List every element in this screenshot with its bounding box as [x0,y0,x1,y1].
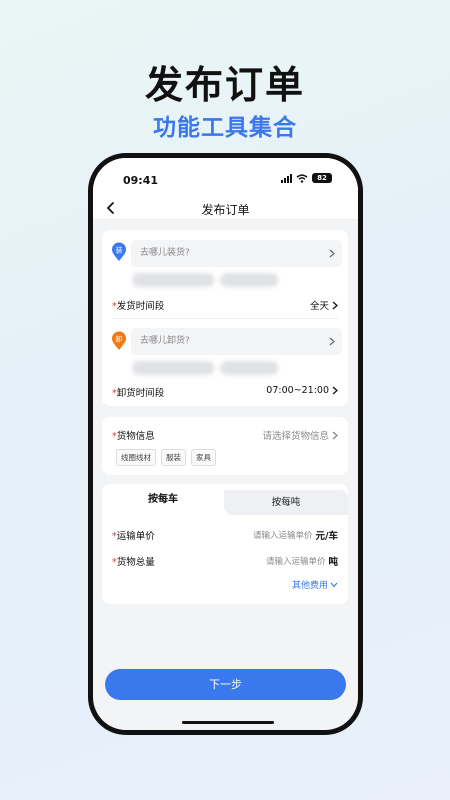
total-quantity-row: *货物总量 请输入运输单价 吨 [102,554,348,570]
page-title: 发布订单 [201,203,250,217]
signal-icon [281,173,292,183]
cargo-card: *货物信息 请选择货物信息 线圈线材 服装 家具 [102,417,348,475]
unloading-location-placeholder: 去哪儿卸货? [140,336,190,346]
cargo-tag[interactable]: 线圈线材 [116,449,156,466]
chevron-right-icon [332,301,338,309]
loading-badge-text: 装 [116,246,123,255]
pricing-card: 按每吨 按每车 *运输单价 请输入运输单价 元/车 *货物总量 请输入运输单价 … [102,484,348,604]
unloading-time-value: 07:00~21:00 [266,385,329,396]
unit-price-input[interactable]: 请输入运输单价 元/车 [253,528,338,542]
unit-price-row: *运输单价 请输入运输单价 元/车 [102,528,348,544]
chevron-right-icon [332,386,338,395]
loading-contact-blurred [220,273,278,287]
chevron-right-icon [332,431,338,439]
unit-price-placeholder: 请输入运输单价 [253,531,313,541]
chevron-right-icon [329,249,335,258]
route-card: 装 去哪儿装货? *发货时间段 全天 卸 去哪儿卸货? *卸货时间段 07:00… [102,230,348,406]
cargo-tag[interactable]: 家具 [191,449,216,466]
unloading-time-selector[interactable]: 07:00~21:00 [266,385,338,396]
total-quantity-unit: 吨 [328,557,338,568]
status-icons: 82 [281,173,332,183]
cargo-info-selector[interactable]: 请选择货物信息 [262,428,338,442]
battery-icon: 82 [312,173,332,183]
status-bar: 09:41 82 [93,158,358,198]
promo-subtitle: 功能工具集合 [153,115,297,141]
home-indicator [182,721,274,724]
tab-per-ton[interactable]: 按每吨 [224,490,348,515]
loading-pin-icon: 装 [112,242,126,261]
chevron-right-icon [329,337,335,346]
unloading-location-input[interactable]: 去哪儿卸货? [131,328,342,355]
loading-location-placeholder: 去哪儿装货? [140,248,190,258]
divider [112,318,338,319]
phone-frame: 09:41 82 发布订单 装 去哪儿装货? *发货时间段 全天 卸 去哪儿卸货… [88,153,363,735]
loading-time-value: 全天 [309,301,329,312]
other-fees-toggle[interactable]: 其他费用 [292,578,338,591]
cargo-tags: 线圈线材 服装 家具 [116,449,216,466]
loading-location-input[interactable]: 去哪儿装货? [131,240,342,267]
unloading-address-blurred [132,361,214,375]
cargo-info-placeholder: 请选择货物信息 [262,431,329,442]
chevron-down-icon [330,582,338,587]
promo-title: 发布订单 [144,63,305,107]
status-time: 09:41 [123,174,159,187]
cargo-tag[interactable]: 服装 [161,449,186,466]
wifi-icon [296,173,308,183]
unloading-badge-text: 卸 [116,335,123,344]
other-fees-label: 其他费用 [291,581,328,591]
cargo-info-label: *货物信息 [112,431,155,442]
phone-screen: 09:41 82 发布订单 装 去哪儿装货? *发货时间段 全天 卸 去哪儿卸货… [93,158,358,730]
unloading-pin-icon: 卸 [112,331,126,350]
loading-time-label: *发货时间段 [112,301,165,312]
total-quantity-label: *货物总量 [112,557,155,568]
next-step-button[interactable]: 下一步 [105,669,346,700]
unloading-time-label: *卸货时间段 [112,388,165,399]
total-quantity-input[interactable]: 请输入运输单价 吨 [266,554,338,568]
unloading-contact-blurred [220,361,278,375]
tab-per-truck[interactable]: 按每车 [102,484,224,515]
loading-address-blurred [132,273,214,287]
loading-time-selector[interactable]: 全天 [310,298,338,312]
nav-bar: 发布订单 [93,198,358,220]
unit-price-label: *运输单价 [112,531,155,542]
total-quantity-placeholder: 请输入运输单价 [265,557,326,567]
unit-price-unit: 元/车 [315,531,338,542]
